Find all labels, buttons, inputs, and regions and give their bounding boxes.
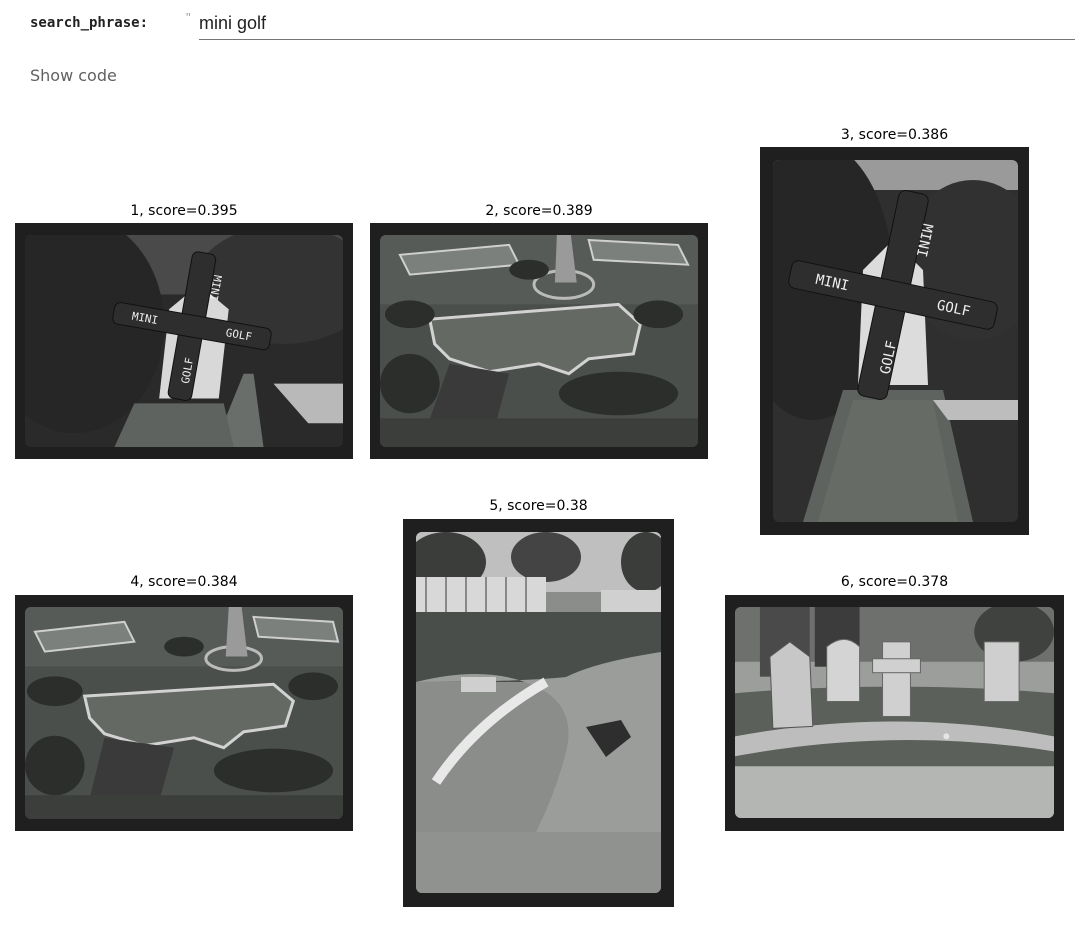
result-image-2 bbox=[370, 223, 708, 459]
search-phrase-param: search_phrase: " bbox=[30, 8, 1076, 40]
result-image-5 bbox=[403, 519, 674, 907]
green-overhead-photo bbox=[380, 235, 698, 447]
result-image-3: MINI MINI GOLF GOLF bbox=[760, 147, 1029, 535]
fairway-photo bbox=[416, 532, 661, 893]
windmill-sign-photo: MINI MINI GOLF GOLF bbox=[25, 235, 343, 447]
result-image-4 bbox=[15, 595, 353, 831]
result-caption-4: 4, score=0.384 bbox=[130, 574, 238, 590]
tombstone-course-photo bbox=[735, 607, 1054, 818]
search-phrase-label: search_phrase: bbox=[30, 15, 149, 31]
quote-icon: " bbox=[186, 10, 191, 25]
result-caption-2: 2, score=0.389 bbox=[485, 203, 593, 219]
result-image-1: MINI MINI GOLF GOLF bbox=[15, 223, 353, 459]
result-caption-1: 1, score=0.395 bbox=[130, 203, 238, 219]
result-image-6 bbox=[725, 595, 1064, 831]
green-overhead-photo bbox=[25, 607, 343, 819]
result-caption-3: 3, score=0.386 bbox=[840, 127, 949, 143]
search-phrase-input[interactable] bbox=[199, 9, 1075, 40]
show-code-link[interactable]: Show code bbox=[30, 66, 117, 85]
windmill-sign-photo: MINI MINI GOLF GOLF bbox=[773, 160, 1018, 522]
result-caption-5: 5, score=0.38 bbox=[489, 498, 588, 514]
result-caption-6: 6, score=0.378 bbox=[840, 574, 949, 590]
